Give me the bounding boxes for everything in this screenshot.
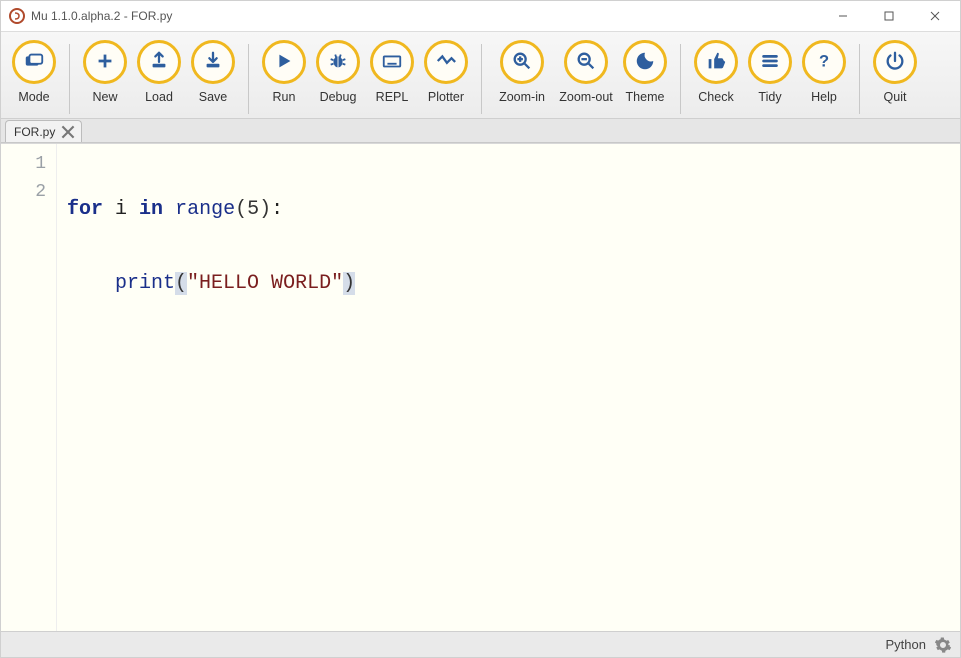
plus-icon	[94, 50, 116, 75]
line-number: 2	[1, 178, 56, 206]
help-button[interactable]: ? Help	[797, 38, 851, 106]
new-button[interactable]: New	[78, 38, 132, 106]
tab-close-icon[interactable]	[61, 125, 75, 139]
repl-label: REPL	[376, 90, 409, 104]
zoom-out-button[interactable]: Zoom-out	[554, 38, 618, 106]
help-icon: ?	[813, 50, 835, 75]
status-language: Python	[886, 637, 926, 652]
tidy-button[interactable]: Tidy	[743, 38, 797, 106]
new-label: New	[92, 90, 117, 104]
zoom-in-button[interactable]: Zoom-in	[490, 38, 554, 106]
quit-label: Quit	[884, 90, 907, 104]
minimize-button[interactable]	[820, 1, 866, 31]
mode-icon	[23, 50, 45, 75]
save-icon	[202, 50, 224, 75]
load-icon	[148, 50, 170, 75]
debug-label: Debug	[320, 90, 357, 104]
save-button[interactable]: Save	[186, 38, 240, 106]
zoom-in-label: Zoom-in	[499, 90, 545, 104]
help-label: Help	[811, 90, 837, 104]
run-label: Run	[273, 90, 296, 104]
tabbar: FOR.py	[1, 119, 960, 143]
repl-button[interactable]: REPL	[365, 38, 419, 106]
app-icon	[9, 8, 25, 24]
debug-button[interactable]: Debug	[311, 38, 365, 106]
toolbar: Mode New Load Save Run Debug REPL	[1, 31, 960, 119]
tab-label: FOR.py	[14, 125, 55, 139]
bug-icon	[327, 50, 349, 75]
close-button[interactable]	[912, 1, 958, 31]
run-button[interactable]: Run	[257, 38, 311, 106]
keyboard-icon	[381, 50, 403, 75]
plotter-icon	[435, 50, 457, 75]
theme-button[interactable]: Theme	[618, 38, 672, 106]
tidy-label: Tidy	[758, 90, 781, 104]
code-area[interactable]: for i in range(5): print("HELLO WORLD")	[57, 144, 960, 631]
thumbs-up-icon	[705, 50, 727, 75]
check-label: Check	[698, 90, 733, 104]
zoom-out-label: Zoom-out	[559, 90, 613, 104]
line-number: 1	[1, 150, 56, 178]
zoom-out-icon	[575, 50, 597, 75]
code-line: for i in range(5):	[67, 196, 960, 224]
titlebar: Mu 1.1.0.alpha.2 - FOR.py	[1, 1, 960, 31]
check-button[interactable]: Check	[689, 38, 743, 106]
svg-text:?: ?	[819, 52, 829, 70]
statusbar: Python	[1, 631, 960, 657]
editor[interactable]: 1 2 for i in range(5): print("HELLO WORL…	[1, 143, 960, 631]
save-label: Save	[199, 90, 228, 104]
code-line: print("HELLO WORLD")	[67, 270, 960, 298]
power-icon	[884, 50, 906, 75]
quit-button[interactable]: Quit	[868, 38, 922, 106]
window-title: Mu 1.1.0.alpha.2 - FOR.py	[31, 9, 172, 23]
mode-button[interactable]: Mode	[7, 38, 61, 106]
load-label: Load	[145, 90, 173, 104]
load-button[interactable]: Load	[132, 38, 186, 106]
theme-icon	[634, 50, 656, 75]
mode-label: Mode	[18, 90, 49, 104]
plotter-label: Plotter	[428, 90, 464, 104]
tab-for-py[interactable]: FOR.py	[5, 120, 82, 142]
theme-label: Theme	[626, 90, 665, 104]
tidy-icon	[759, 50, 781, 75]
play-icon	[273, 50, 295, 75]
settings-gear-icon[interactable]	[934, 636, 952, 654]
zoom-in-icon	[511, 50, 533, 75]
maximize-button[interactable]	[866, 1, 912, 31]
plotter-button[interactable]: Plotter	[419, 38, 473, 106]
gutter: 1 2	[1, 144, 57, 631]
